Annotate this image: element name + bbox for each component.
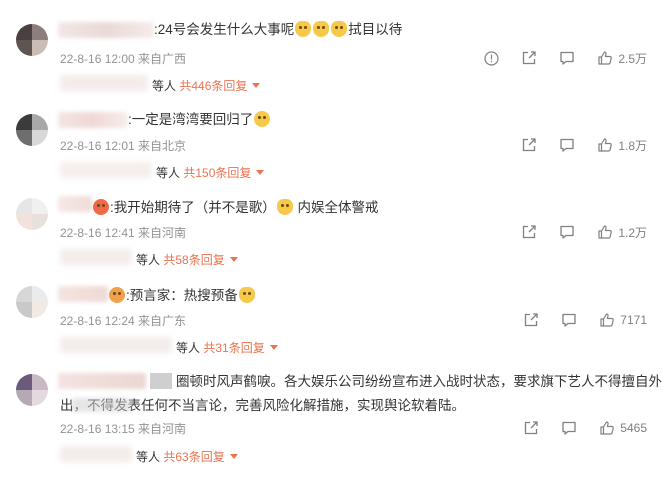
cat-emoji-icon <box>238 287 255 303</box>
comment-button[interactable] <box>559 50 575 66</box>
username-redacted <box>58 196 92 212</box>
comment-item: :一定是湾湾要回归了 22-8-16 12:01 来自北京 1.8万 等人 共1… <box>0 100 663 188</box>
share-icon <box>525 313 538 327</box>
like-button[interactable]: 1.2万 <box>597 224 647 241</box>
comment-button[interactable] <box>559 224 575 240</box>
share-button[interactable] <box>521 137 537 153</box>
like-count: 1.8万 <box>618 138 647 153</box>
username-redacted <box>58 373 146 389</box>
chevron-down-icon[interactable] <box>269 345 278 350</box>
comment-item: :我开始期待了（并不是歌） 内娱全体警戒 22-8-16 12:41 来自河南 … <box>0 188 663 274</box>
comment-meta: 22-8-16 13:15 来自河南 <box>60 422 187 436</box>
share-button[interactable] <box>523 420 539 436</box>
view-replies-link[interactable]: 共63条回复 <box>163 450 224 464</box>
badge-emoji-icon <box>93 199 109 215</box>
comment-actions: 5465 <box>501 419 647 437</box>
comment-button[interactable] <box>559 137 575 153</box>
like-icon <box>598 51 613 65</box>
badge-emoji-icon <box>109 287 125 303</box>
avatar[interactable] <box>16 286 48 318</box>
like-icon <box>598 138 613 152</box>
view-replies-link[interactable]: 共31条回复 <box>203 341 264 355</box>
share-icon <box>523 51 536 65</box>
comment-item: :24号会发生什么大事呢 拭目以待 22-8-16 12:00 来自广西 2.5万… <box>0 0 663 100</box>
comment-text: :我开始期待了（并不是歌） 内娱全体警戒 <box>92 198 379 218</box>
share-icon <box>523 225 536 239</box>
comment-text: :24号会发生什么大事呢 拭目以待 <box>154 21 403 37</box>
share-button[interactable] <box>521 224 537 240</box>
comment-text: :预言家：热搜预备 <box>108 286 256 306</box>
avatar[interactable] <box>16 374 48 406</box>
comment-icon <box>560 225 574 239</box>
like-count: 5465 <box>620 421 647 435</box>
comment-icon <box>562 313 576 327</box>
comment-meta: 22-8-16 12:00 来自广西 <box>60 52 187 66</box>
replier-redacted <box>60 162 152 178</box>
like-count: 2.5万 <box>618 51 647 66</box>
avatar[interactable] <box>16 198 48 230</box>
reply-summary: 等人 共58条回复 <box>136 251 238 268</box>
comment-actions: 2.5万 <box>462 49 647 67</box>
comment-meta: 22-8-16 12:41 来自河南 <box>60 226 187 240</box>
cat-emoji-icon <box>276 199 293 215</box>
reply-summary: 等人 共446条回复 <box>152 77 261 94</box>
like-icon <box>600 313 615 327</box>
comment-item: :预言家：热搜预备 22-8-16 12:24 来自广东 7171 等人 共31… <box>0 274 663 364</box>
chevron-down-icon[interactable] <box>229 257 238 262</box>
replier-redacted <box>60 446 132 462</box>
comment-text: :一定是湾湾要回归了 <box>128 110 271 130</box>
avatar[interactable] <box>16 114 48 146</box>
reply-summary: 等人 共63条回复 <box>136 448 238 465</box>
cat-emoji-icon <box>295 21 312 37</box>
reply-summary: 等人 共31条回复 <box>176 339 278 356</box>
comment-button[interactable] <box>561 312 577 328</box>
like-icon <box>600 421 615 435</box>
share-button[interactable] <box>523 312 539 328</box>
like-icon <box>598 225 613 239</box>
replier-redacted <box>60 337 172 353</box>
username-redacted <box>58 22 154 38</box>
comment-icon <box>560 51 574 65</box>
text-redacted <box>72 398 132 412</box>
username-redacted <box>58 112 128 128</box>
avatar[interactable] <box>16 24 48 56</box>
text-redacted <box>150 373 172 389</box>
like-button[interactable]: 5465 <box>599 420 647 436</box>
chevron-down-icon[interactable] <box>229 454 238 459</box>
comment-button[interactable] <box>561 420 577 436</box>
share-button[interactable] <box>521 50 537 66</box>
like-button[interactable]: 1.8万 <box>597 137 647 154</box>
username-redacted <box>58 286 108 302</box>
cat-emoji-icon <box>313 21 330 37</box>
comment-text-line-1: 圈顿时风声鹤唳。各大娱乐公司纷纷宣布进入战时状态，要求旗下艺人不得擅自外 <box>176 374 662 389</box>
like-button[interactable]: 7171 <box>599 312 647 328</box>
crying-emoji-icon <box>254 111 271 127</box>
comment-actions: 1.8万 <box>499 136 647 154</box>
view-replies-link[interactable]: 共446条回复 <box>179 79 247 93</box>
replier-redacted <box>60 249 132 265</box>
view-replies-link[interactable]: 共150条回复 <box>183 166 251 180</box>
cat-emoji-icon <box>331 21 348 37</box>
share-icon <box>525 421 538 435</box>
share-icon <box>523 138 536 152</box>
comment-item: 圈顿时风声鹤唳。各大娱乐公司纷纷宣布进入战时状态，要求旗下艺人不得擅自外 出，不… <box>0 364 663 481</box>
comment-icon <box>560 138 574 152</box>
report-icon <box>484 50 499 66</box>
comment-actions: 1.2万 <box>499 223 647 241</box>
replier-redacted <box>60 75 148 91</box>
like-count: 7171 <box>620 313 647 327</box>
chevron-down-icon[interactable] <box>252 83 261 88</box>
report-button[interactable] <box>484 50 499 66</box>
comment-icon <box>562 421 576 435</box>
reply-summary: 等人 共150条回复 <box>156 164 265 181</box>
comment-meta: 22-8-16 12:01 来自北京 <box>60 139 187 153</box>
like-count: 1.2万 <box>618 225 647 240</box>
view-replies-link[interactable]: 共58条回复 <box>163 253 224 267</box>
like-button[interactable]: 2.5万 <box>597 50 647 67</box>
comment-meta: 22-8-16 12:24 来自广东 <box>60 314 187 328</box>
comment-actions: 7171 <box>501 311 647 329</box>
chevron-down-icon[interactable] <box>256 170 265 175</box>
